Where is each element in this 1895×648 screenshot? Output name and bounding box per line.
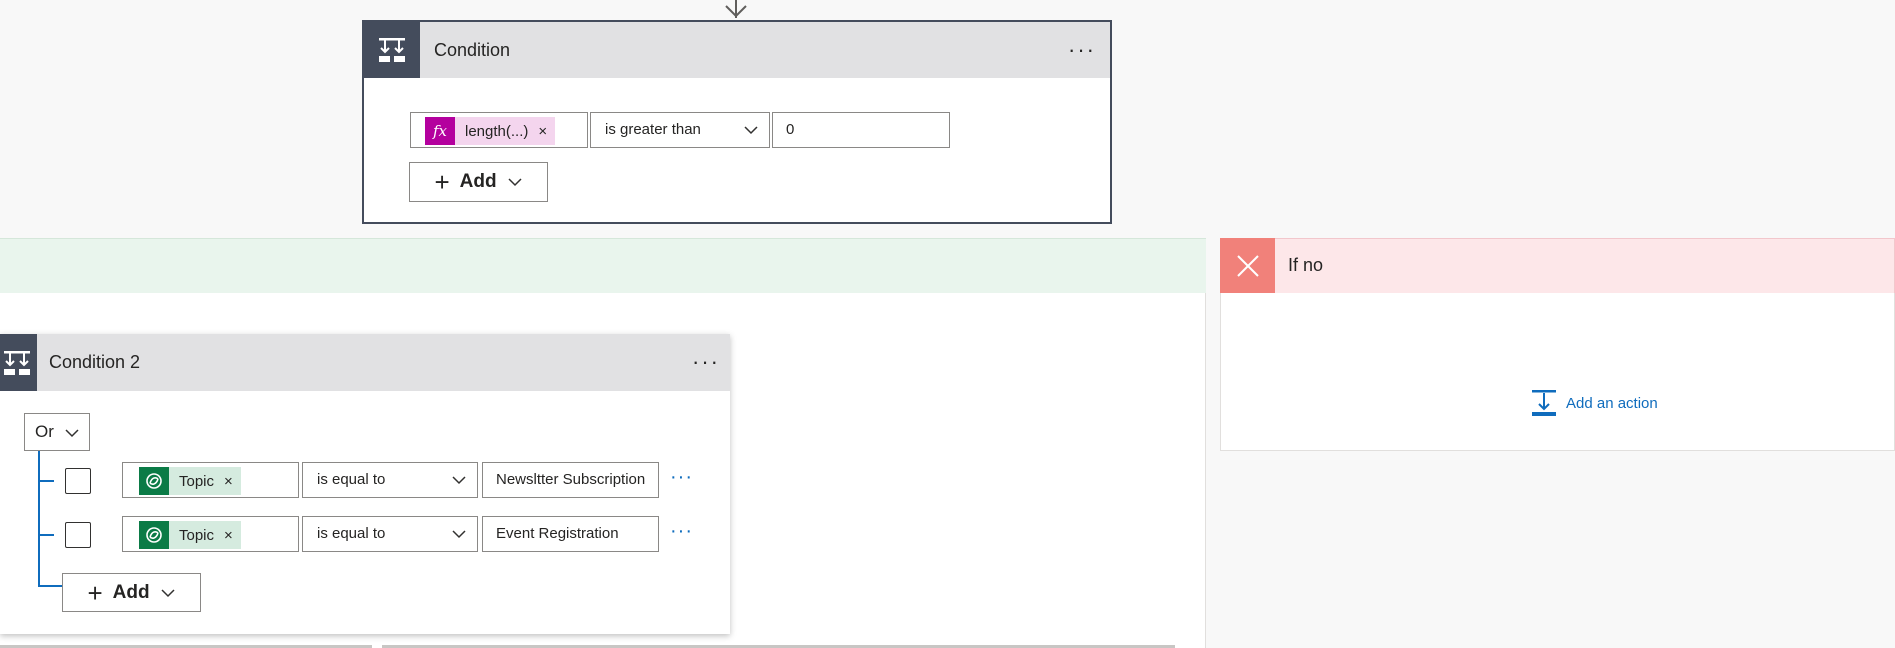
- row-select-checkbox[interactable]: [65, 522, 91, 548]
- group-operator-value: Or: [35, 422, 54, 441]
- if-no-body: [1220, 293, 1895, 451]
- chevron-down-icon: [452, 476, 466, 485]
- if-no-title: If no: [1288, 255, 1324, 275]
- chevron-down-icon: [508, 178, 522, 187]
- dataverse-icon: [139, 521, 169, 549]
- condition-2-more-button[interactable]: ···: [686, 334, 726, 390]
- condition-2-title[interactable]: Condition 2: [49, 334, 140, 390]
- dynamic-content-token[interactable]: Topic ×: [139, 521, 241, 549]
- dynamic-content-token[interactable]: Topic ×: [139, 467, 241, 495]
- condition-2-header[interactable]: Condition 2 ···: [0, 334, 730, 391]
- operator-select[interactable]: is greater than: [590, 112, 770, 148]
- operator-select[interactable]: is equal to: [302, 516, 478, 552]
- condition-card[interactable]: Condition ··· fx length(...) × is greate…: [362, 20, 1112, 224]
- tree-connector-line: [38, 585, 62, 587]
- add-button-label: Add: [459, 171, 497, 192]
- operator-select-value: is equal to: [317, 525, 386, 542]
- expression-token[interactable]: fx length(...) ×: [425, 117, 556, 145]
- tree-connector-line: [38, 534, 54, 536]
- chevron-down-icon: [161, 588, 175, 597]
- operator-select-value: is equal to: [317, 471, 386, 488]
- condition-left-operand[interactable]: Topic ×: [122, 516, 299, 552]
- chevron-down-icon: [744, 126, 758, 135]
- condition-title[interactable]: Condition: [434, 22, 510, 78]
- remove-token-icon[interactable]: ×: [224, 527, 233, 544]
- chevron-down-icon: [65, 429, 79, 438]
- add-button[interactable]: + Add: [62, 573, 201, 612]
- add-button[interactable]: + Add: [409, 162, 548, 202]
- if-yes-header: [0, 238, 1206, 293]
- operator-select[interactable]: is equal to: [302, 462, 478, 498]
- expression-token-label: length(...): [465, 122, 529, 140]
- add-an-action-link[interactable]: Add an action: [1530, 388, 1658, 418]
- group-operator-select[interactable]: Or: [24, 413, 90, 451]
- condition-value-input[interactable]: Newsltter Subscription: [482, 462, 659, 498]
- fx-icon: fx: [425, 117, 455, 145]
- condition-icon: [364, 22, 420, 78]
- chevron-down-icon: [452, 530, 466, 539]
- close-icon: [1220, 238, 1275, 293]
- tree-connector-line: [38, 480, 54, 482]
- operator-select-value: is greater than: [605, 121, 701, 138]
- plus-icon: +: [87, 577, 103, 608]
- dynamic-content-token-label: Topic: [179, 526, 215, 544]
- condition-value-input[interactable]: 0: [772, 112, 950, 148]
- remove-token-icon[interactable]: ×: [538, 123, 547, 140]
- tree-connector-line: [38, 451, 40, 587]
- row-more-button[interactable]: ···: [670, 520, 693, 543]
- add-action-icon: [1532, 390, 1556, 416]
- condition-left-operand[interactable]: fx length(...) ×: [410, 112, 588, 148]
- row-select-checkbox[interactable]: [65, 468, 91, 494]
- condition-icon: [0, 334, 37, 391]
- add-an-action-label: Add an action: [1566, 394, 1658, 412]
- condition-card-header[interactable]: Condition ···: [364, 22, 1110, 78]
- condition-left-operand[interactable]: Topic ×: [122, 462, 299, 498]
- condition-more-button[interactable]: ···: [1062, 22, 1102, 78]
- dataverse-icon: [139, 467, 169, 495]
- plus-icon: +: [434, 167, 450, 197]
- flow-connector-arrow-icon: [722, 0, 750, 20]
- add-button-label: Add: [112, 581, 150, 603]
- remove-token-icon[interactable]: ×: [224, 473, 233, 490]
- dynamic-content-token-label: Topic: [179, 472, 215, 490]
- row-more-button[interactable]: ···: [670, 466, 693, 489]
- condition-value-input[interactable]: Event Registration: [482, 516, 659, 552]
